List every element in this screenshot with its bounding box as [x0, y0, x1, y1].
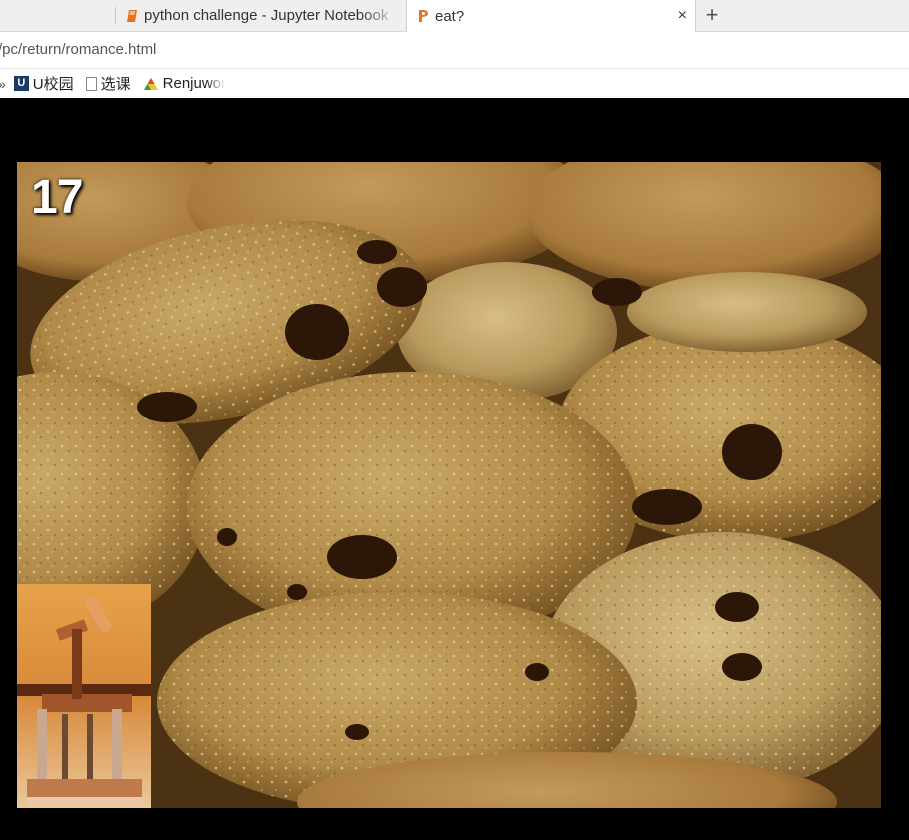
new-tab-button[interactable]: +	[700, 2, 724, 28]
bookmark-label: U校园	[32, 76, 74, 93]
address-bar[interactable]: /pc/return/romance.html	[0, 32, 909, 69]
bookmark-renjuworld[interactable]: Renjuworld	[143, 75, 225, 92]
image-number: 17	[31, 171, 83, 224]
bookmark-label: 选课	[100, 76, 131, 93]
close-tab-icon[interactable]: ×	[678, 6, 687, 26]
cookies-photo[interactable]: 17	[17, 162, 881, 808]
tab-eat[interactable]: eat? ×	[406, 0, 696, 32]
tab-strip: python challenge - Jupyter Notebook eat?…	[0, 0, 909, 32]
bookmark-u-campus[interactable]: U U校园	[13, 73, 74, 94]
bookmark-course-selection[interactable]: 选课	[85, 73, 131, 94]
page-content: 17	[0, 98, 909, 840]
bookmark-label: Renjuworld	[162, 75, 225, 92]
tab-title: python challenge - Jupyter Notebook	[144, 7, 389, 24]
url-text[interactable]: /pc/return/romance.html	[0, 41, 156, 58]
browser-chrome: python challenge - Jupyter Notebook eat?…	[0, 0, 909, 98]
tab-jupyter[interactable]: python challenge - Jupyter Notebook	[116, 0, 406, 31]
wooden-press-illustration	[17, 584, 151, 808]
bookmarks-bar: » U U校园 选课 Renjuworld	[0, 69, 909, 98]
page-icon	[85, 76, 97, 91]
tab-title: eat?	[435, 7, 465, 25]
bookmarks-overflow-chevron[interactable]: »	[0, 76, 6, 92]
wooden-press-photo[interactable]	[17, 584, 151, 808]
renju-icon	[143, 77, 159, 91]
notebook-icon	[126, 9, 138, 23]
python-challenge-icon	[417, 9, 429, 23]
u-campus-icon: U	[13, 76, 29, 91]
